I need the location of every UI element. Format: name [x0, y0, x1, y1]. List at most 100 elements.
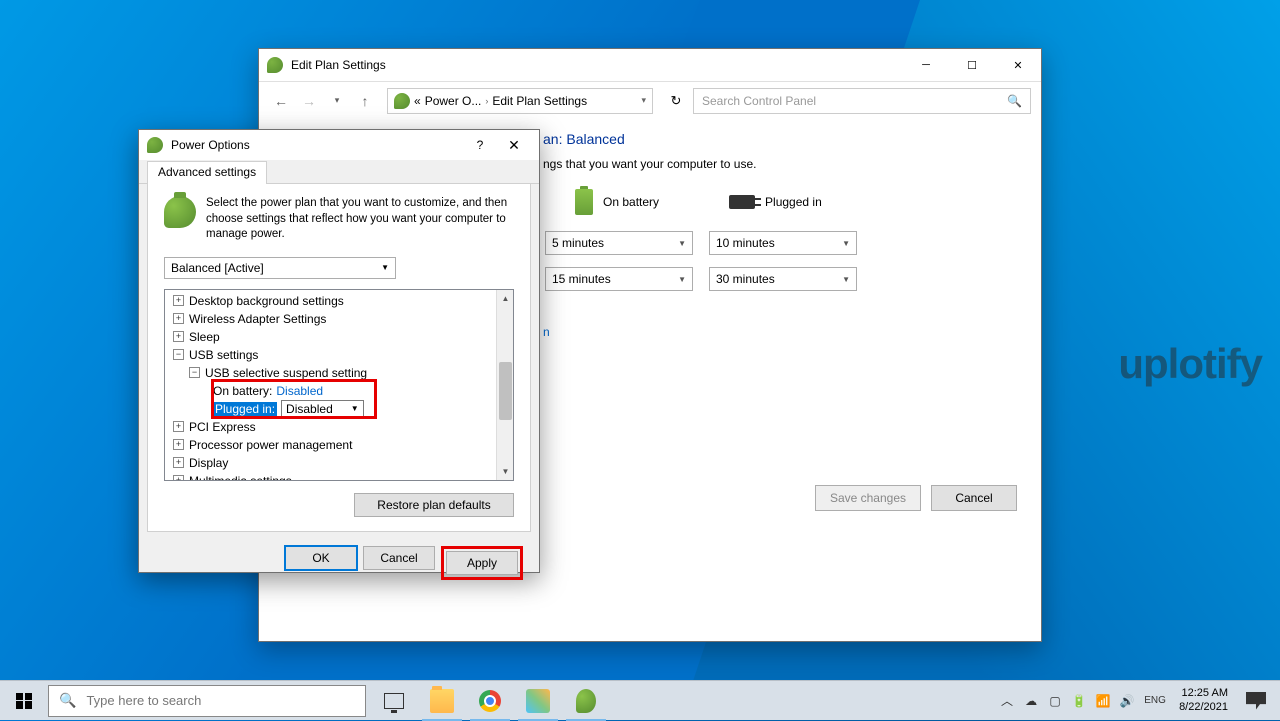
titlebar[interactable]: Edit Plan Settings ─ ☐ ✕ [259, 49, 1041, 81]
volume-icon[interactable]: 🔊 [1117, 681, 1137, 721]
dialog-description: Select the power plan that you want to c… [206, 196, 514, 243]
wifi-icon[interactable]: 📶 [1093, 681, 1113, 721]
time-text: 12:25 AM [1179, 687, 1228, 700]
chevron-down-icon: ▼ [381, 263, 389, 272]
tree-item[interactable]: Display [189, 456, 228, 470]
breadcrumb-part1[interactable]: Power O... [425, 94, 482, 108]
chevron-down-icon[interactable]: ▾ [641, 95, 646, 106]
breadcrumb-part2[interactable]: Edit Plan Settings [492, 94, 587, 108]
row1-plugged-dropdown[interactable]: 10 minutes ▼ [709, 231, 857, 255]
apply-button[interactable]: Apply [446, 551, 518, 575]
cancel-button[interactable]: Cancel [363, 546, 435, 570]
partial-link[interactable]: n [543, 325, 1017, 339]
taskbar: 🔍 Type here to search ︿ ☁ ▢ 🔋 📶 🔊 ENG 12… [0, 680, 1280, 720]
scroll-thumb[interactable] [499, 362, 512, 420]
power-options-dialog: Power Options ? ✕ Advanced settings Sele… [138, 129, 540, 573]
forward-button[interactable]: → [297, 89, 321, 113]
close-button[interactable]: ✕ [995, 49, 1041, 81]
chevron-down-icon: ▼ [842, 239, 850, 248]
help-button[interactable]: ? [463, 138, 497, 152]
expand-icon[interactable]: + [173, 457, 184, 468]
plugged-in-label: Plugged in [765, 195, 822, 209]
app-icon [526, 689, 550, 713]
dropdown-value: 10 minutes [716, 236, 775, 250]
notifications-icon[interactable] [1246, 692, 1266, 710]
tab-advanced-settings[interactable]: Advanced settings [147, 161, 267, 184]
power-app-icon [267, 57, 283, 73]
tree-item[interactable]: Multimedia settings [189, 474, 292, 481]
tree-item[interactable]: Desktop background settings [189, 294, 344, 308]
tree-item[interactable]: Sleep [189, 330, 220, 344]
power-plan-dropdown[interactable]: Balanced [Active] ▼ [164, 257, 396, 279]
setting-label-selected: Plugged in: [213, 402, 277, 416]
chevron-down-icon: ▼ [678, 275, 686, 284]
search-icon[interactable]: 🔍 [1007, 94, 1022, 108]
plan-heading: an: Balanced [543, 131, 1017, 147]
dialog-titlebar[interactable]: Power Options ? ✕ [139, 130, 539, 160]
scroll-up-icon[interactable]: ▲ [497, 290, 514, 307]
maximize-button[interactable]: ☐ [949, 49, 995, 81]
tree-item-usb-settings[interactable]: USB settings [189, 348, 258, 362]
tree-item-on-battery[interactable]: On battery: Disabled [165, 382, 513, 400]
history-dropdown-icon[interactable]: ▾ [325, 89, 349, 113]
collapse-icon[interactable]: − [173, 349, 184, 360]
dialog-body: Select the power plan that you want to c… [147, 184, 531, 532]
setting-label: On battery: [213, 384, 272, 398]
expand-icon[interactable]: + [173, 313, 184, 324]
row2-plugged-dropdown[interactable]: 30 minutes▼ [709, 267, 857, 291]
clock[interactable]: 12:25 AM 8/22/2021 [1173, 687, 1234, 713]
ok-button[interactable]: OK [285, 546, 357, 570]
tree-item[interactable]: Wireless Adapter Settings [189, 312, 326, 326]
expand-icon[interactable]: + [173, 421, 184, 432]
collapse-icon[interactable]: − [189, 367, 200, 378]
tree-item[interactable]: Processor power management [189, 438, 352, 452]
on-battery-header: On battery [575, 189, 659, 215]
tray-overflow-button[interactable]: ︿ [997, 681, 1017, 721]
scroll-down-icon[interactable]: ▼ [497, 463, 514, 480]
taskbar-search-input[interactable]: 🔍 Type here to search [48, 685, 366, 717]
tree-item-usb-selective-suspend[interactable]: USB selective suspend setting [205, 366, 367, 380]
expand-icon[interactable]: + [173, 295, 184, 306]
plan-subtext: ngs that you want your computer to use. [543, 157, 1017, 171]
chevron-down-icon: ▼ [678, 239, 686, 248]
breadcrumb-bar[interactable]: « Power O... › Edit Plan Settings ▾ [387, 88, 653, 114]
up-button[interactable]: ↑ [353, 89, 377, 113]
scrollbar[interactable]: ▲ ▼ [496, 290, 513, 480]
search-placeholder: Search Control Panel [702, 94, 816, 108]
minimize-button[interactable]: ─ [903, 49, 949, 81]
taskbar-file-explorer[interactable] [418, 681, 466, 721]
restore-defaults-button[interactable]: Restore plan defaults [354, 493, 514, 517]
close-button[interactable]: ✕ [497, 137, 531, 154]
taskbar-app-3[interactable] [514, 681, 562, 721]
window-title: Edit Plan Settings [291, 58, 903, 72]
taskbar-power-options[interactable] [562, 681, 610, 721]
battery-icon [575, 189, 593, 215]
start-button[interactable] [0, 681, 48, 721]
expand-icon[interactable]: + [173, 331, 184, 342]
on-battery-label: On battery [603, 195, 659, 209]
taskbar-chrome[interactable] [466, 681, 514, 721]
tree-item-plugged-in[interactable]: Plugged in: Disabled▼ [165, 400, 513, 418]
back-button[interactable]: ← [269, 89, 293, 113]
search-control-panel-input[interactable]: Search Control Panel 🔍 [693, 88, 1031, 114]
setting-value-link[interactable]: Disabled [276, 384, 323, 398]
row2-battery-dropdown[interactable]: 15 minutes▼ [545, 267, 693, 291]
onedrive-icon[interactable]: ☁ [1021, 681, 1041, 721]
task-view-button[interactable] [370, 681, 418, 721]
tree-item[interactable]: PCI Express [189, 420, 256, 434]
battery-tray-icon[interactable]: 🔋 [1069, 681, 1089, 721]
setting-value-combo[interactable]: Disabled▼ [281, 400, 364, 418]
search-icon: 🔍 [59, 692, 76, 709]
refresh-button[interactable]: ↻ [663, 88, 689, 114]
language-icon[interactable]: ENG [1141, 681, 1169, 721]
settings-tree[interactable]: + Desktop background settings + Wireless A… [164, 289, 514, 481]
cancel-button[interactable]: Cancel [931, 485, 1017, 511]
task-view-icon [384, 693, 404, 709]
meet-now-icon[interactable]: ▢ [1045, 681, 1065, 721]
dialog-title: Power Options [171, 138, 317, 152]
date-text: 8/22/2021 [1179, 701, 1228, 714]
expand-icon[interactable]: + [173, 439, 184, 450]
row1-battery-dropdown[interactable]: 5 minutes▼ [545, 231, 693, 255]
save-changes-button[interactable]: Save changes [815, 485, 921, 511]
expand-icon[interactable]: + [173, 475, 184, 481]
